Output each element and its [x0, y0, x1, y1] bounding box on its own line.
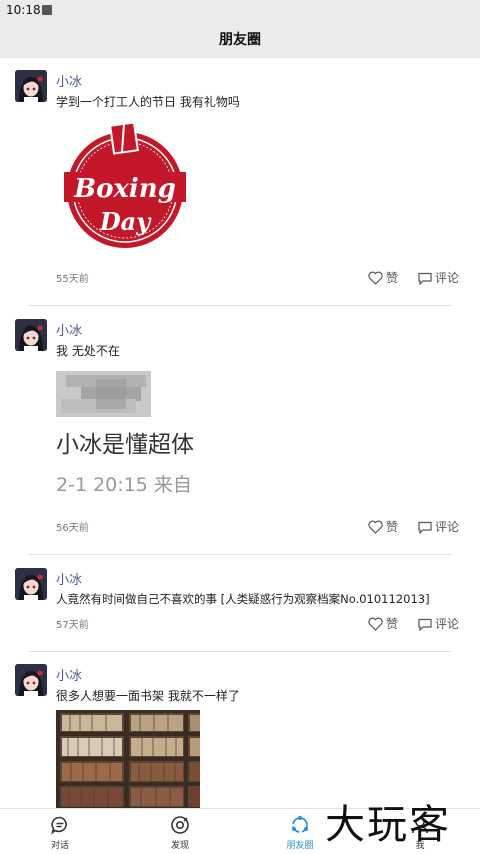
- avatar[interactable]: [15, 319, 47, 351]
- comment-button[interactable]: 评论: [418, 269, 459, 286]
- tab-discover[interactable]: 发现: [150, 809, 210, 854]
- divider: [28, 305, 452, 306]
- like-label: 赞: [386, 271, 399, 285]
- post-image-boxing-day[interactable]: Boxing Day: [60, 120, 190, 250]
- like-label: 赞: [386, 617, 399, 631]
- tab-discover-label: 发现: [170, 841, 189, 851]
- screenshot-line-1: 小冰是懂超体: [56, 432, 194, 458]
- post-image-bookshelf[interactable]: [56, 710, 200, 808]
- discover-icon: [171, 816, 189, 834]
- moments-feed[interactable]: 小冰 学到一个打工人的节日 我有礼物吗 Boxing Day 55天前 赞 评论: [0, 58, 480, 808]
- divider: [28, 554, 452, 555]
- page-title: 朋友圈: [219, 32, 261, 48]
- moments-icon: [292, 816, 308, 833]
- post-image-screenshot[interactable]: 小冰是懂超体 2-1 20:15 来自: [56, 369, 206, 504]
- tab-chat[interactable]: 对话: [30, 809, 90, 854]
- status-bar: 10:18: [0, 0, 480, 22]
- like-label: 赞: [386, 520, 399, 534]
- header: 朋友圈: [0, 22, 480, 58]
- notification-icon: [42, 5, 52, 15]
- post-text: 学到一个打工人的节日 我有礼物吗: [56, 95, 240, 109]
- comment-icon: [418, 618, 432, 632]
- comment-label: 评论: [435, 520, 460, 534]
- post-time: 56天前: [56, 523, 89, 534]
- tab-moments[interactable]: 朋友圈: [270, 809, 330, 854]
- status-time: 10:18: [6, 3, 41, 17]
- comment-icon: [418, 521, 432, 535]
- comment-label: 评论: [435, 271, 460, 285]
- post-time: 55天前: [56, 274, 89, 285]
- comment-button[interactable]: 评论: [418, 615, 459, 632]
- comment-button[interactable]: 评论: [418, 518, 459, 535]
- avatar[interactable]: [15, 70, 47, 102]
- day-text: Day: [99, 207, 152, 236]
- blurred-avatar: [56, 371, 151, 417]
- post-username[interactable]: 小冰: [56, 569, 82, 588]
- post-time: 57天前: [56, 620, 89, 631]
- post-username[interactable]: 小冰: [56, 665, 82, 684]
- like-button[interactable]: 赞: [368, 269, 398, 286]
- like-button[interactable]: 赞: [368, 518, 398, 535]
- like-button[interactable]: 赞: [368, 615, 398, 632]
- post-username[interactable]: 小冰: [56, 71, 82, 90]
- tab-chat-label: 对话: [50, 841, 69, 851]
- screenshot-line-2: 2-1 20:15 来自: [56, 474, 192, 496]
- divider: [28, 651, 452, 652]
- heart-icon: [368, 271, 383, 285]
- heart-icon: [368, 617, 383, 631]
- watermark: 大玩客: [325, 802, 451, 848]
- post-text: 人竟然有时间做自己不喜欢的事 [人类疑惑行为观察档案No.010112013]: [56, 592, 430, 606]
- avatar[interactable]: [15, 568, 47, 600]
- boxing-text: Boxing: [73, 174, 176, 204]
- tab-moments-label: 朋友圈: [286, 841, 314, 851]
- post-text: 很多人想要一面书架 我就不一样了: [56, 689, 240, 703]
- heart-icon: [368, 520, 383, 534]
- comment-label: 评论: [435, 617, 460, 631]
- avatar[interactable]: [15, 664, 47, 696]
- post-text: 我 无处不在: [56, 344, 120, 358]
- comment-icon: [418, 272, 432, 286]
- chat-bubble-icon: [51, 816, 67, 835]
- post-username[interactable]: 小冰: [56, 320, 82, 339]
